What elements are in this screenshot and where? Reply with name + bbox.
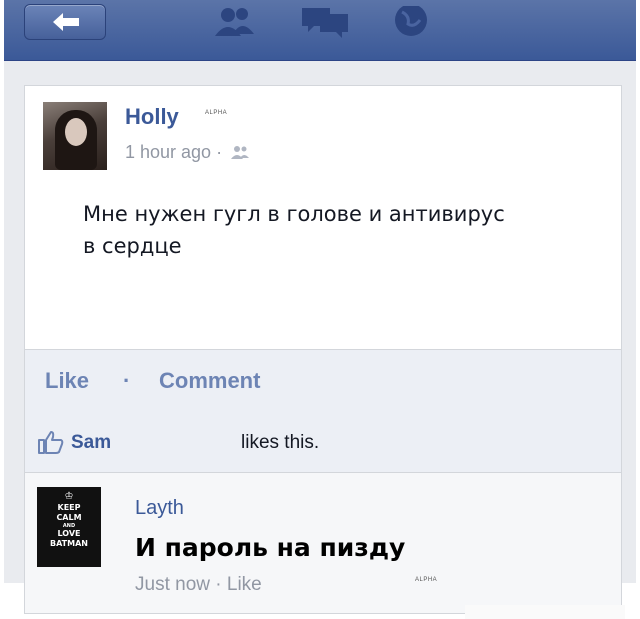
back-arrow-icon: [53, 13, 79, 31]
actions-separator: ·: [123, 368, 131, 393]
avatar-text: CALM: [56, 513, 82, 522]
back-button[interactable]: [24, 4, 106, 40]
avatar-text: LOVE: [57, 529, 81, 538]
watermark-mark: ALPHA: [415, 577, 438, 583]
thumbs-up-icon: [37, 430, 65, 459]
like-button[interactable]: Like: [45, 368, 89, 394]
comment-meta: Just now · Like: [135, 574, 262, 596]
comment-text: И пароль на пизду: [135, 533, 406, 562]
commenter-avatar[interactable]: ♔ KEEP CALM AND LOVE BATMAN: [37, 487, 101, 567]
avatar-text: KEEP: [57, 503, 81, 512]
news-feed: Holly ALPHA 1 hour ago · Мне нужен гугл …: [4, 61, 636, 619]
meta-separator: ·: [216, 142, 223, 162]
friend-requests-icon[interactable]: [210, 6, 258, 41]
likes-text: likes this.: [241, 432, 320, 453]
avatar-text: BATMAN: [50, 539, 88, 548]
avatar[interactable]: [43, 102, 107, 170]
liker-name[interactable]: Sam: [71, 432, 111, 454]
comment-item: ♔ KEEP CALM AND LOVE BATMAN Layth И паро…: [24, 473, 625, 619]
post-text-line: Мне нужен гугл в голове и антивирус: [83, 202, 505, 226]
status-post: Holly ALPHA 1 hour ago · Мне нужен гугл …: [24, 85, 622, 350]
smudge: [465, 605, 625, 619]
top-navigation-bar: [4, 0, 636, 61]
likes-summary: Sam likes this.: [24, 412, 622, 473]
post-text-line: в сердце: [83, 234, 182, 258]
comment-separator: ·: [215, 574, 222, 595]
comment-time: Just now: [135, 574, 210, 595]
crown-icon: ♔: [64, 491, 74, 502]
friends-icon: [231, 143, 250, 164]
comment-author[interactable]: Layth: [135, 497, 184, 520]
messages-icon[interactable]: [300, 6, 350, 43]
watermark-mark: ALPHA: [205, 110, 228, 116]
post-meta: 1 hour ago ·: [125, 142, 250, 164]
notifications-globe-icon[interactable]: [388, 4, 434, 45]
comment-button[interactable]: Comment: [159, 368, 260, 394]
post-text: Мне нужен гугл в голове и антивирус в се…: [83, 198, 603, 262]
post-author[interactable]: Holly: [125, 104, 179, 130]
comment-like-link[interactable]: Like: [227, 574, 262, 595]
post-actions-bar: Like · Comment: [24, 349, 622, 413]
post-timestamp[interactable]: 1 hour ago: [125, 142, 211, 162]
